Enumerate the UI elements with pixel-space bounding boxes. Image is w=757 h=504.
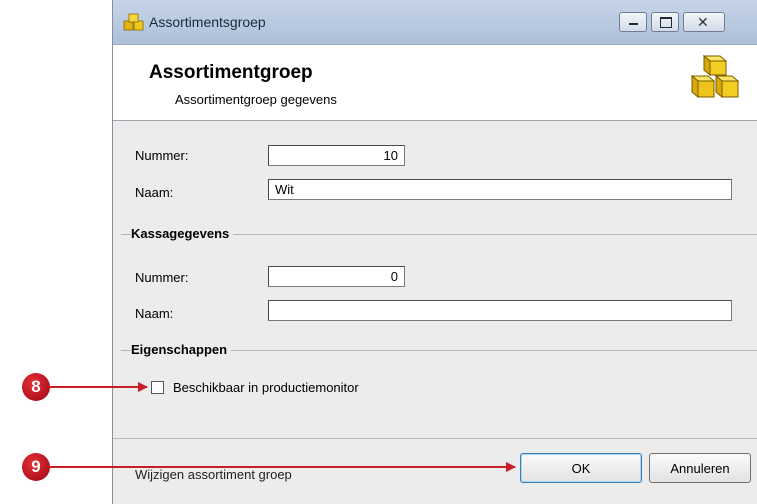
page-title: Assortimentgroep [149,62,313,83]
status-text: Wijzigen assortiment groep [135,467,292,482]
checkbox-label: Beschikbaar in productiemonitor [173,380,359,395]
dialog-window: Assortimentsgroep ✕ Assortimentgroep Ass… [112,0,757,504]
callout-badge-8: 8 [22,373,50,401]
nummer-label: Nummer: [135,148,189,163]
kassa-nummer-input[interactable] [268,266,405,287]
cubes-icon [690,54,740,99]
kassa-nummer-label: Nummer: [135,270,189,285]
nummer-input[interactable] [268,145,405,166]
close-button[interactable]: ✕ [683,12,725,32]
close-icon: ✕ [697,14,709,30]
kassa-naam-input[interactable] [268,300,732,321]
checkbox-beschikbaar[interactable] [151,381,164,394]
kassa-naam-label: Naam: [135,306,174,321]
title-bar[interactable]: Assortimentsgroep ✕ [113,0,757,45]
ok-button[interactable]: OK [520,453,642,483]
dialog-header: Assortimentgroep Assortimentgroep gegeve… [113,45,757,121]
callout-badge-9: 9 [22,453,50,481]
window-title: Assortimentsgroep [149,14,266,30]
minimize-button[interactable] [619,12,647,32]
section-title-kassagegevens: Kassagegevens [131,226,234,241]
section-title-eigenschappen: Eigenschappen [131,342,232,357]
cancel-button[interactable]: Annuleren [649,453,751,483]
page-subtitle: Assortimentgroep gegevens [175,92,337,107]
naam-label: Naam: [135,185,174,200]
maximize-icon [660,17,672,28]
minimize-icon [629,23,638,25]
maximize-button[interactable] [651,12,679,32]
naam-input[interactable] [268,179,732,200]
cubes-icon [123,13,144,31]
screenshot-stage: Assortimentsgroep ✕ Assortimentgroep Ass… [0,0,757,504]
footer-divider [113,438,757,439]
